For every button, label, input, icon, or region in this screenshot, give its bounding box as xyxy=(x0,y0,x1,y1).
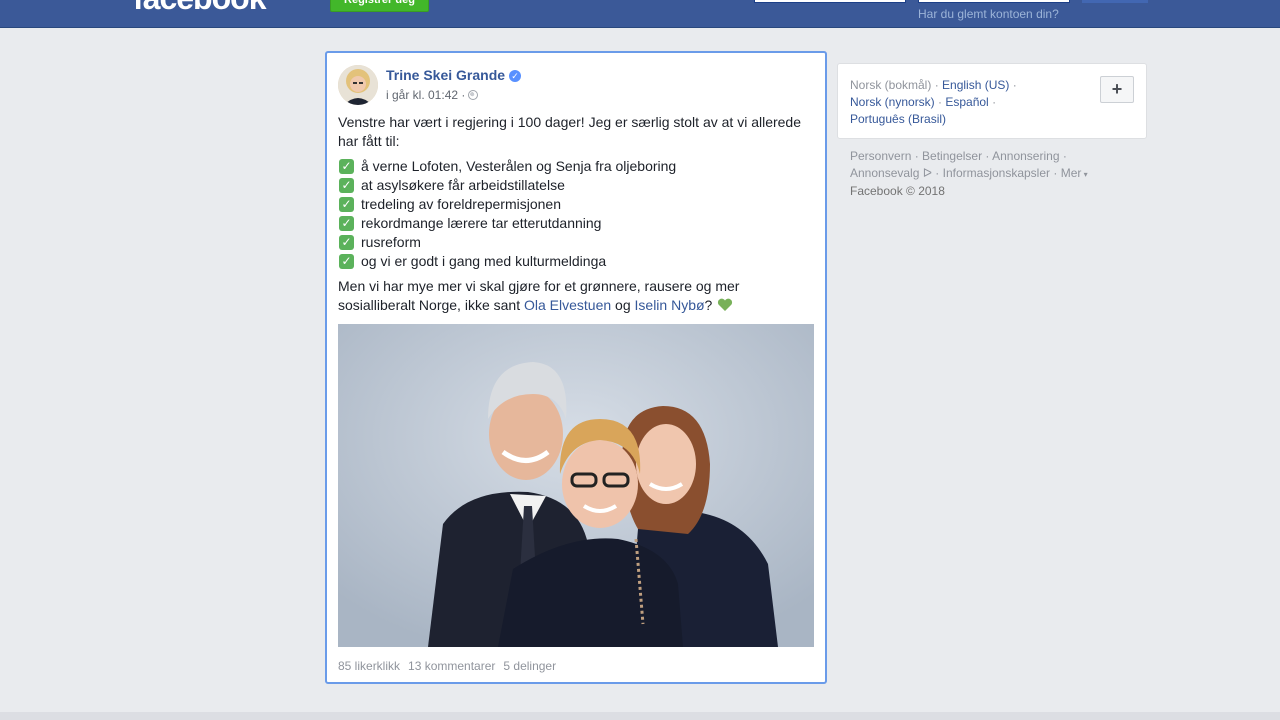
list-item-text: og vi er godt i gang med kulturmeldinga xyxy=(361,253,607,269)
check-mark-icon: ✓ xyxy=(339,216,354,231)
post-body: Venstre har vært i regjering i 100 dager… xyxy=(338,113,812,315)
post-timestamp[interactable]: i går kl. 01:42 · xyxy=(386,88,465,102)
footer-link-terms[interactable]: Betingelser xyxy=(922,149,982,163)
check-mark-icon: ✓ xyxy=(339,235,354,250)
mention-iselin-nybo[interactable]: Iselin Nybø xyxy=(635,297,705,313)
list-item: ✓ å verne Lofoten, Vesterålen og Senja fr… xyxy=(338,157,812,176)
verified-badge-icon: ✓ xyxy=(509,70,522,82)
post-photo[interactable] xyxy=(338,324,814,647)
green-heart-icon xyxy=(718,298,733,311)
check-mark-icon: ✓ xyxy=(339,159,354,174)
author-name[interactable]: Trine Skei Grande ✓ xyxy=(386,67,522,83)
caret-down-icon: ▾ xyxy=(1081,170,1088,179)
language-option-portuguese[interactable]: Português (Brasil) xyxy=(850,112,946,126)
list-item-text: rekordmange lærere tar etterutdanning xyxy=(361,215,602,231)
list-item-text: rusreform xyxy=(361,234,421,250)
likes-count[interactable]: 85 likerklikk xyxy=(338,659,400,673)
check-mark-icon: ✓ xyxy=(339,254,354,269)
list-item-text: at asylsøkere får arbeidstillatelse xyxy=(361,177,565,193)
ad-choices-icon: ᐅ xyxy=(922,166,932,180)
language-option-nynorsk[interactable]: Norsk (nynorsk) xyxy=(850,95,935,109)
footer-link-more[interactable]: Mer xyxy=(1061,166,1082,180)
outro-text-end: ? xyxy=(704,297,713,313)
comments-count[interactable]: 13 kommentarer xyxy=(408,659,495,673)
facebook-logo[interactable]: facebook xyxy=(133,0,266,17)
top-navigation-bar: facebook Registrer deg Har du glemt kont… xyxy=(0,0,1280,28)
list-item: ✓ rekordmange lærere tar etterutdanning xyxy=(338,214,812,233)
more-languages-button[interactable]: + xyxy=(1100,76,1134,103)
language-option-spanish[interactable]: Español xyxy=(945,95,988,109)
check-mark-icon: ✓ xyxy=(339,197,354,212)
post-outro: Men vi har mye mer vi skal gjøre for et … xyxy=(338,277,812,315)
checklist: ✓ å verne Lofoten, Vesterålen og Senja fr… xyxy=(338,157,812,271)
outro-text-mid: og xyxy=(611,297,635,313)
forgot-account-link[interactable]: Har du glemt kontoen din? xyxy=(918,7,1059,21)
footer-links: Personvern · Betingelser · Annonsering ·… xyxy=(850,149,1088,198)
current-language: Norsk (bokmål) xyxy=(850,78,932,92)
list-item-text: tredeling av foreldrepermisjonen xyxy=(361,196,561,212)
author-avatar[interactable] xyxy=(338,65,378,105)
globe-icon xyxy=(468,90,479,100)
list-item: ✓ tredeling av foreldrepermisjonen xyxy=(338,195,812,214)
author-name-label[interactable]: Trine Skei Grande xyxy=(386,67,505,83)
post-card: Trine Skei Grande ✓ i går kl. 01:42 · Ven… xyxy=(325,51,827,684)
footer-link-ad-choices[interactable]: Annonsevalg xyxy=(850,166,919,180)
footer-link-cookies[interactable]: Informasjonskapsler xyxy=(943,166,1050,180)
post-meta: i går kl. 01:42 · xyxy=(386,88,479,102)
language-selector-box: Norsk (bokmål) · English (US) · Norsk (n… xyxy=(837,63,1147,139)
list-item: ✓ og vi er godt i gang med kulturmeldinga xyxy=(338,252,812,271)
language-list: Norsk (bokmål) · English (US) · Norsk (n… xyxy=(850,78,1017,126)
password-field[interactable] xyxy=(918,0,1070,3)
mention-ola-elvestuen[interactable]: Ola Elvestuen xyxy=(524,297,611,313)
check-mark-icon: ✓ xyxy=(339,178,354,193)
list-item: ✓ rusreform xyxy=(338,233,812,252)
shares-count[interactable]: 5 delinger xyxy=(503,659,556,673)
post-stats: 85 likerklikk 13 kommentarer 5 delinger xyxy=(338,659,564,673)
list-item: ✓ at asylsøkere får arbeidstillatelse xyxy=(338,176,812,195)
register-button[interactable]: Registrer deg xyxy=(330,0,429,12)
login-button[interactable] xyxy=(1082,0,1148,3)
post-intro: Venstre har vært i regjering i 100 dager… xyxy=(338,114,802,149)
footer-link-advertising[interactable]: Annonsering xyxy=(992,149,1059,163)
footer-link-privacy[interactable]: Personvern xyxy=(850,149,911,163)
language-option-english[interactable]: English (US) xyxy=(942,78,1009,92)
list-item-text: å verne Lofoten, Vesterålen og Senja fra… xyxy=(361,158,677,174)
email-field[interactable] xyxy=(754,0,906,3)
copyright: Facebook © 2018 xyxy=(850,184,945,198)
bottom-bar xyxy=(0,712,1280,720)
